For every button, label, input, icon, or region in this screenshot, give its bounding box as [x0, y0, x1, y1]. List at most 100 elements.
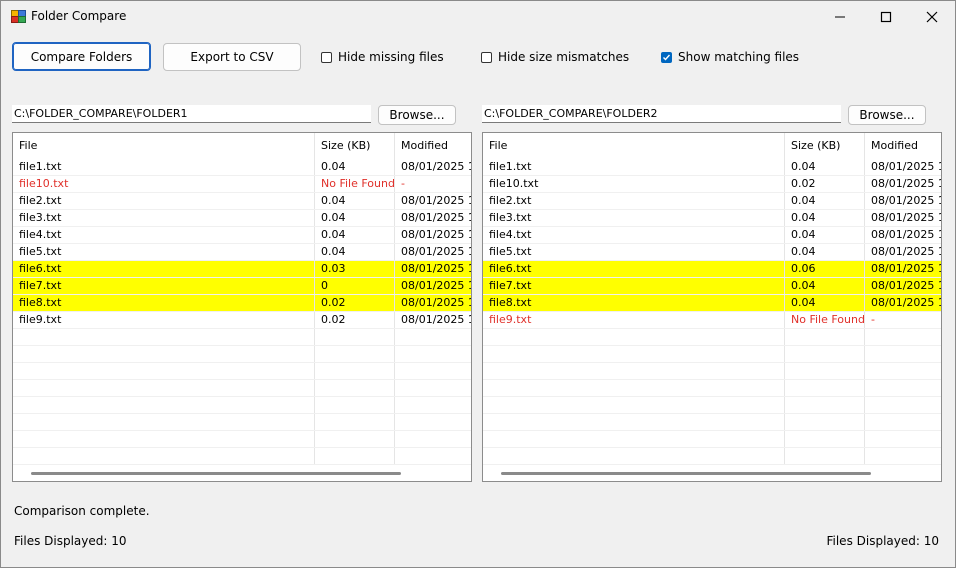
- table-row[interactable]: file3.txt0.0408/01/2025 12: [13, 210, 471, 227]
- empty-row[interactable]: [483, 346, 941, 363]
- hide-size-checkbox[interactable]: Hide size mismatches: [481, 49, 629, 65]
- empty-row[interactable]: [13, 431, 471, 448]
- empty-row[interactable]: [13, 329, 471, 346]
- empty-cell: [785, 431, 865, 447]
- left-browse-button[interactable]: Browse...: [378, 105, 456, 125]
- table-row[interactable]: file1.txt0.0408/01/2025 12: [483, 159, 941, 176]
- right-col-file[interactable]: File: [483, 133, 785, 159]
- file-cell: file5.txt: [483, 244, 785, 260]
- empty-cell: [785, 329, 865, 345]
- left-horizontal-scrollbar[interactable]: [31, 472, 401, 475]
- empty-cell: [785, 346, 865, 362]
- close-icon: [926, 11, 937, 22]
- size-cell: 0.04: [785, 244, 865, 260]
- table-row[interactable]: file7.txt0.0408/01/2025 12: [483, 278, 941, 295]
- table-row[interactable]: file8.txt0.0208/01/2025 12: [13, 295, 471, 312]
- empty-row[interactable]: [483, 329, 941, 346]
- maximize-icon: [880, 11, 891, 22]
- left-file-list[interactable]: File Size (KB) Modified file1.txt 0.04 08/…: [12, 132, 472, 482]
- window-title: Folder Compare: [31, 9, 127, 23]
- maximize-button[interactable]: [863, 1, 908, 32]
- empty-row[interactable]: [13, 448, 471, 465]
- table-row[interactable]: file2.txt0.0408/01/2025 12: [13, 193, 471, 210]
- table-row[interactable]: file9.txt No File Found -: [483, 312, 941, 329]
- export-csv-button[interactable]: Export to CSV: [163, 43, 301, 71]
- empty-row[interactable]: [483, 363, 941, 380]
- empty-cell: [785, 363, 865, 379]
- table-row[interactable]: file6.txt0.0608/01/2025 12: [483, 261, 941, 278]
- left-path-input[interactable]: C:\FOLDER_COMPARE\FOLDER1: [12, 105, 371, 123]
- hide-missing-box[interactable]: [321, 51, 332, 63]
- empty-cell: [865, 363, 941, 379]
- close-button[interactable]: [909, 1, 954, 32]
- checkmark-icon: [663, 54, 671, 61]
- modified-cell: 08/01/2025 12: [395, 193, 471, 209]
- empty-cell: [13, 380, 315, 396]
- empty-cell: [483, 346, 785, 362]
- table-row[interactable]: file3.txt0.0408/01/2025 12: [483, 210, 941, 227]
- empty-cell: [315, 431, 395, 447]
- empty-row[interactable]: [13, 346, 471, 363]
- empty-cell: [315, 448, 395, 464]
- right-browse-button[interactable]: Browse...: [848, 105, 926, 125]
- table-row[interactable]: file1.txt0.0408/01/2025 12: [13, 159, 471, 176]
- empty-row[interactable]: [483, 414, 941, 431]
- table-row[interactable]: file6.txt0.0308/01/2025 12: [13, 261, 471, 278]
- empty-cell: [13, 431, 315, 447]
- empty-row[interactable]: [483, 431, 941, 448]
- left-col-size[interactable]: Size (KB): [315, 133, 395, 159]
- left-col-modified[interactable]: Modified: [395, 133, 471, 159]
- empty-row[interactable]: [13, 414, 471, 431]
- size-cell: 0.04: [785, 278, 865, 294]
- file-cell: file6.txt: [13, 261, 315, 277]
- empty-cell: [315, 346, 395, 362]
- right-horizontal-scrollbar[interactable]: [501, 472, 871, 475]
- right-path-input[interactable]: C:\FOLDER_COMPARE\FOLDER2: [482, 105, 841, 123]
- empty-cell: [13, 329, 315, 345]
- show-matching-box[interactable]: [661, 51, 672, 63]
- empty-row[interactable]: [13, 363, 471, 380]
- modified-cell: 08/01/2025 12: [865, 193, 941, 209]
- table-row[interactable]: file9.txt0.0208/01/2025 12: [13, 312, 471, 329]
- right-file-list[interactable]: File Size (KB) Modified file1.txt 0.04 08/…: [482, 132, 942, 482]
- table-row[interactable]: file4.txt0.0408/01/2025 12: [483, 227, 941, 244]
- table-row[interactable]: file8.txt0.0408/01/2025 12: [483, 295, 941, 312]
- table-row[interactable]: file2.txt0.0408/01/2025 12: [483, 193, 941, 210]
- table-row[interactable]: file10.txt0.0208/01/2025 12: [483, 176, 941, 193]
- table-row[interactable]: file10.txt No File Found -: [13, 176, 471, 193]
- table-row[interactable]: file7.txt008/01/2025 12: [13, 278, 471, 295]
- empty-cell: [483, 380, 785, 396]
- empty-row[interactable]: [483, 380, 941, 397]
- left-files-displayed: Files Displayed: 10: [14, 534, 127, 548]
- empty-row[interactable]: [483, 397, 941, 414]
- size-cell: No File Found: [785, 312, 865, 328]
- hide-missing-checkbox[interactable]: Hide missing files: [321, 49, 444, 65]
- table-row[interactable]: file5.txt0.0408/01/2025 12: [13, 244, 471, 261]
- right-col-size[interactable]: Size (KB): [785, 133, 865, 159]
- left-col-file[interactable]: File: [13, 133, 315, 159]
- compare-folders-button[interactable]: Compare Folders: [12, 42, 151, 71]
- empty-row[interactable]: [13, 380, 471, 397]
- app-icon: [11, 10, 26, 23]
- empty-cell: [865, 397, 941, 413]
- right-col-modified[interactable]: Modified: [865, 133, 941, 159]
- table-row[interactable]: file5.txt0.0408/01/2025 12: [483, 244, 941, 261]
- show-matching-label: Show matching files: [678, 50, 800, 64]
- empty-cell: [315, 380, 395, 396]
- show-matching-checkbox[interactable]: Show matching files: [661, 49, 799, 65]
- empty-cell: [395, 380, 471, 396]
- file-cell: file2.txt: [13, 193, 315, 209]
- size-cell: 0.04: [785, 295, 865, 311]
- empty-cell: [395, 329, 471, 345]
- modified-cell: 08/01/2025 12: [395, 278, 471, 294]
- empty-cell: [865, 380, 941, 396]
- empty-row[interactable]: [483, 448, 941, 465]
- hide-size-box[interactable]: [481, 51, 492, 63]
- empty-cell: [865, 448, 941, 464]
- minimize-button[interactable]: [817, 1, 862, 32]
- table-row[interactable]: file4.txt0.0408/01/2025 12: [13, 227, 471, 244]
- empty-row[interactable]: [13, 397, 471, 414]
- size-cell: 0.02: [315, 295, 395, 311]
- title-bar[interactable]: Folder Compare: [1, 1, 955, 32]
- empty-cell: [483, 448, 785, 464]
